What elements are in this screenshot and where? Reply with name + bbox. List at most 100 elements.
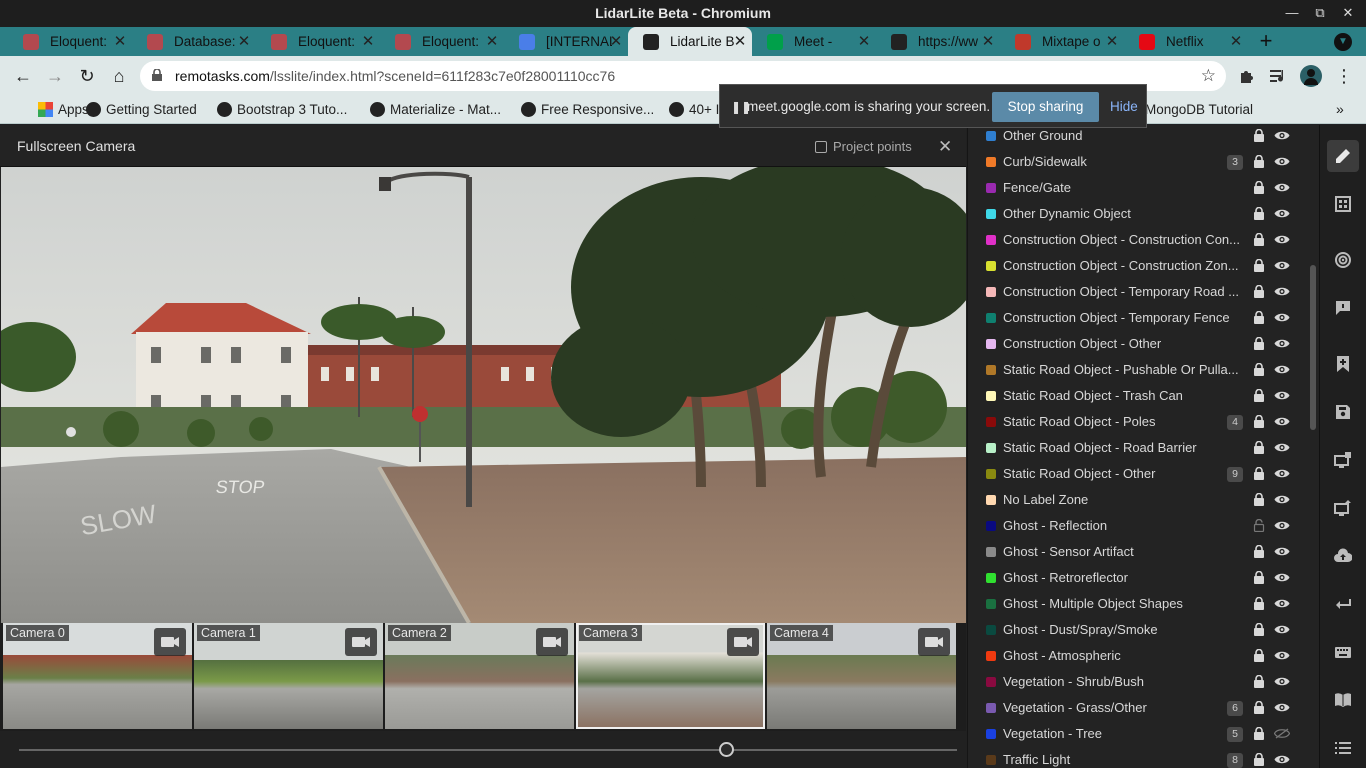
bookmark-item[interactable]: Materialize - Mat... [370,96,501,124]
bookmark-item[interactable]: Free Responsive... [521,96,654,124]
lock-icon[interactable] [1253,467,1265,480]
stop-sharing-button[interactable]: Stop sharing [992,92,1099,122]
extensions-icon[interactable] [1239,68,1255,84]
close-tab-icon[interactable]: ✕ [360,27,376,56]
lock-icon[interactable] [1253,155,1265,168]
eye-icon[interactable] [1274,208,1290,219]
fullscreen-camera-image[interactable]: STOP SLOW [1,167,966,623]
camera-thumbnail[interactable]: Camera 4 [767,623,956,729]
lock-icon[interactable] [1253,207,1265,220]
label-row[interactable]: Fence/Gate [968,176,1319,202]
label-row[interactable]: Construction Object - Construction Zon..… [968,254,1319,280]
label-list-scrollbar[interactable] [1310,265,1316,430]
label-row[interactable]: Ghost - Sensor Artifact [968,540,1319,566]
label-row[interactable]: No Label Zone [968,488,1319,514]
rail-button[interactable] [1327,540,1359,572]
profile-avatar[interactable] [1300,65,1322,87]
back-button[interactable]: ← [11,64,35,88]
unlock-icon[interactable] [1253,519,1265,532]
label-row[interactable]: Construction Object - Other [968,332,1319,358]
hide-banner-button[interactable]: Hide [1110,85,1138,129]
lock-icon[interactable] [1253,415,1265,428]
browser-tab[interactable]: Netflix ✕ [1124,27,1248,56]
lock-icon[interactable] [1253,701,1265,714]
label-row[interactable]: Ghost - Multiple Object Shapes [968,592,1319,618]
eye-icon[interactable] [1274,416,1290,427]
label-row[interactable]: Traffic Light 8 [968,748,1319,768]
browser-tab[interactable]: https://ww ✕ [876,27,1000,56]
label-row[interactable]: Static Road Object - Pushable Or Pulla..… [968,358,1319,384]
home-button[interactable]: ⌂ [107,64,131,88]
rail-button[interactable] [1327,396,1359,428]
eye-icon[interactable] [1274,390,1290,401]
lock-icon[interactable] [1253,571,1265,584]
eye-icon[interactable] [1274,650,1290,661]
eye-icon[interactable] [1274,182,1290,193]
close-tab-icon[interactable]: ✕ [1228,27,1244,56]
forward-button[interactable]: → [43,64,67,88]
eye-icon[interactable] [1274,260,1290,271]
eye-icon[interactable] [1274,520,1290,531]
lock-icon[interactable] [1253,623,1265,636]
label-row[interactable]: Other Ground [968,125,1319,150]
rail-button[interactable] [1327,684,1359,716]
video-camera-icon[interactable] [918,628,950,656]
eye-icon[interactable] [1274,702,1290,713]
bookmark-item[interactable]: Apps [38,96,89,124]
browser-tab[interactable]: Eloquent: ✕ [256,27,380,56]
browser-tab[interactable]: LidarLite B ✕ [628,27,752,56]
video-camera-icon[interactable] [154,628,186,656]
label-row[interactable]: Static Road Object - Road Barrier [968,436,1319,462]
eye-icon[interactable] [1274,624,1290,635]
lock-icon[interactable] [1253,545,1265,558]
eye-icon[interactable] [1274,130,1290,141]
rail-button[interactable] [1327,732,1359,764]
close-tab-icon[interactable]: ✕ [1104,27,1120,56]
eye-icon[interactable] [1274,494,1290,505]
lock-icon[interactable] [1253,753,1265,766]
rail-button[interactable] [1327,348,1359,380]
eye-icon[interactable] [1274,676,1290,687]
browser-tab[interactable]: Eloquent: ✕ [8,27,132,56]
rail-button[interactable] [1327,292,1359,324]
lock-icon[interactable] [1253,337,1265,350]
lock-icon[interactable] [1253,441,1265,454]
timeline-scrubber[interactable] [0,731,966,768]
project-points-checkbox[interactable] [815,141,827,153]
bookmark-item[interactable]: Getting Started [86,96,197,124]
lock-icon[interactable] [1253,259,1265,272]
label-row[interactable]: Vegetation - Tree 5 [968,722,1319,748]
lock-icon[interactable] [1253,311,1265,324]
close-tab-icon[interactable]: ✕ [608,27,624,56]
eye-icon[interactable] [1274,364,1290,375]
lock-icon[interactable] [1253,389,1265,402]
eye-icon[interactable] [1274,234,1290,245]
rail-button[interactable] [1327,588,1359,620]
label-row[interactable]: Construction Object - Construction Con..… [968,228,1319,254]
browser-tab[interactable]: Meet - ✕ [752,27,876,56]
eye-icon[interactable] [1274,286,1290,297]
eye-icon[interactable] [1274,754,1290,765]
eye-icon[interactable] [1274,156,1290,167]
label-row[interactable]: Ghost - Atmospheric [968,644,1319,670]
close-tab-icon[interactable]: ✕ [980,27,996,56]
lock-icon[interactable] [1253,675,1265,688]
close-tab-icon[interactable]: ✕ [856,27,872,56]
close-tab-icon[interactable]: ✕ [236,27,252,56]
label-row[interactable]: Other Dynamic Object [968,202,1319,228]
rail-button[interactable] [1327,244,1359,276]
eye-icon[interactable] [1274,468,1290,479]
lock-icon[interactable] [1253,181,1265,194]
browser-tab[interactable]: Database: ✕ [132,27,256,56]
eye-icon[interactable] [1274,572,1290,583]
restore-button[interactable]: ⧉ [1306,0,1334,27]
label-row[interactable]: Vegetation - Grass/Other 6 [968,696,1319,722]
lock-icon[interactable] [1253,493,1265,506]
close-fullscreen-camera-icon[interactable]: ✕ [938,125,952,168]
label-row[interactable]: Curb/Sidewalk 3 [968,150,1319,176]
camera-thumbnail[interactable]: Camera 2 [385,623,574,729]
browser-tab[interactable]: [INTERNAL ✕ [504,27,628,56]
camera-thumbnail[interactable]: Camera 3 [576,623,765,729]
eye-icon[interactable] [1274,312,1290,323]
close-window-button[interactable]: ✕ [1334,0,1362,27]
